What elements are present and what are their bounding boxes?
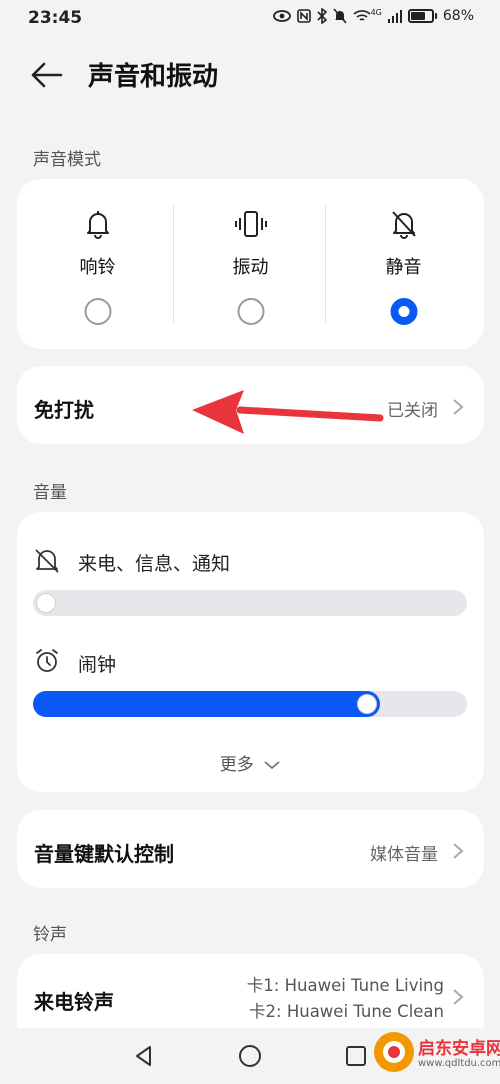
radio-vibrate[interactable] xyxy=(237,298,264,325)
radio-silent-selected[interactable] xyxy=(390,298,417,325)
sound-mode-ring[interactable]: 响铃 xyxy=(20,179,175,349)
sound-mode-silent[interactable]: 静音 xyxy=(326,179,481,349)
chevron-down-icon xyxy=(264,761,280,770)
sound-mode-card: 响铃 振动 静音 xyxy=(17,179,484,349)
ringtone-label: 来电铃声 xyxy=(34,990,114,1014)
bell-icon xyxy=(86,211,109,239)
ringtone-sim1: 卡1: Huawei Tune Living xyxy=(246,976,444,995)
volume-fill xyxy=(33,691,380,717)
radio-ring[interactable] xyxy=(84,298,111,325)
battery-icon xyxy=(407,9,437,23)
section-label-volume: 音量 xyxy=(33,483,67,503)
slider-knob[interactable] xyxy=(37,594,55,612)
chevron-right-icon xyxy=(453,989,464,1005)
volume-label-alarm: 闹钟 xyxy=(78,654,117,676)
watermark-url: www.qdltdu.com xyxy=(418,1058,500,1069)
annotation-arrow xyxy=(192,390,384,434)
bell-off-icon xyxy=(391,211,416,239)
dnd-label: 免打扰 xyxy=(34,398,94,422)
watermark-name: 启东安卓网 xyxy=(418,1039,500,1059)
page-header: 声音和振动 xyxy=(0,52,500,98)
battery-percent: 68% xyxy=(442,8,474,24)
status-icons: 4G 68% xyxy=(272,7,474,24)
chevron-right-icon xyxy=(453,843,464,859)
nav-recents-icon[interactable] xyxy=(344,1044,368,1068)
mute-icon xyxy=(332,8,347,24)
nfc-icon xyxy=(296,9,311,23)
chevron-right-icon xyxy=(453,399,464,415)
sound-mode-label: 静音 xyxy=(385,257,422,278)
signal-icon xyxy=(387,10,402,23)
network-type: 4G xyxy=(370,7,382,17)
slider-knob[interactable] xyxy=(358,695,376,713)
volume-slider-alarm[interactable] xyxy=(33,691,467,717)
ringtone-values: 卡1: Huawei Tune Living 卡2: Huawei Tune C… xyxy=(247,973,444,1025)
volume-key-row[interactable]: 音量键默认控制 媒体音量 xyxy=(17,810,484,888)
sound-mode-vibrate[interactable]: 振动 xyxy=(173,179,328,349)
page-title: 声音和振动 xyxy=(88,62,219,92)
wifi-icon xyxy=(353,10,371,21)
dnd-value: 已关闭 xyxy=(387,401,438,421)
vibrate-icon xyxy=(234,211,267,237)
section-label-sound-mode: 声音模式 xyxy=(33,150,101,170)
watermark-logo-icon xyxy=(374,1032,414,1072)
volume-slider-notifications[interactable] xyxy=(33,590,467,616)
status-bar: 23:45 4G 68% xyxy=(0,0,500,38)
nav-back-icon[interactable] xyxy=(132,1044,156,1068)
bluetooth-icon xyxy=(317,8,327,24)
status-time: 23:45 xyxy=(28,8,83,28)
watermark: 启东安卓网 www.qdltdu.com xyxy=(372,1020,500,1084)
volume-card: 来电、信息、通知 闹钟 更多 xyxy=(17,512,484,792)
nav-home-icon[interactable] xyxy=(238,1044,262,1068)
volume-key-label: 音量键默认控制 xyxy=(34,842,174,866)
volume-key-value: 媒体音量 xyxy=(370,845,438,865)
section-label-ringtone: 铃声 xyxy=(33,925,67,945)
volume-label-notifications: 来电、信息、通知 xyxy=(78,553,231,575)
eye-icon xyxy=(272,10,291,22)
sound-mode-label: 振动 xyxy=(232,257,269,278)
sound-mode-label: 响铃 xyxy=(79,257,116,278)
alarm-clock-icon xyxy=(36,649,58,672)
bell-off-icon xyxy=(35,549,59,573)
more-button[interactable]: 更多 xyxy=(17,750,484,775)
back-arrow-icon[interactable] xyxy=(30,60,64,90)
more-label: 更多 xyxy=(219,755,254,775)
